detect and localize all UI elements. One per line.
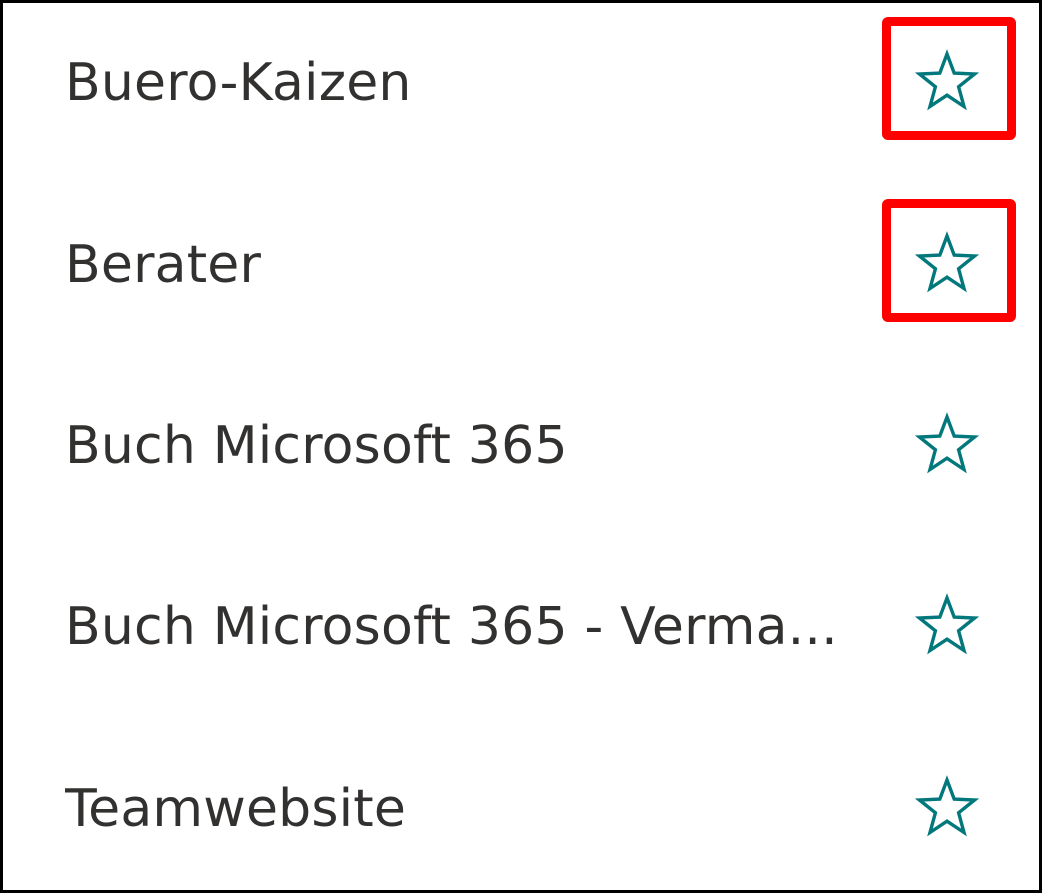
site-list-frame: Buero-Kaizen Berater Buch Microsoft 365 <box>0 0 1042 893</box>
site-name: Buch Microsoft 365 - Verma... <box>65 597 838 657</box>
site-row-buch-microsoft-365[interactable]: Buch Microsoft 365 <box>3 396 1039 496</box>
favorite-button[interactable] <box>912 48 982 118</box>
star-outline-icon <box>914 49 980 111</box>
favorite-button[interactable] <box>912 230 982 300</box>
site-row-buero-kaizen[interactable]: Buero-Kaizen <box>3 33 1039 133</box>
star-outline-icon <box>914 412 980 474</box>
site-name: Teamwebsite <box>65 779 407 839</box>
favorite-button[interactable] <box>912 411 982 481</box>
site-row-buch-microsoft-365-verma[interactable]: Buch Microsoft 365 - Verma... <box>3 577 1039 677</box>
site-row-teamwebsite[interactable]: Teamwebsite <box>3 759 1039 859</box>
star-outline-icon <box>914 231 980 293</box>
site-row-berater[interactable]: Berater <box>3 215 1039 315</box>
site-name: Buch Microsoft 365 <box>65 416 568 476</box>
star-outline-icon <box>914 775 980 837</box>
favorite-button[interactable] <box>912 774 982 844</box>
site-list: Buero-Kaizen Berater Buch Microsoft 365 <box>3 3 1039 890</box>
star-outline-icon <box>914 593 980 655</box>
site-name: Berater <box>65 235 262 295</box>
site-name: Buero-Kaizen <box>65 53 412 113</box>
favorite-button[interactable] <box>912 592 982 662</box>
